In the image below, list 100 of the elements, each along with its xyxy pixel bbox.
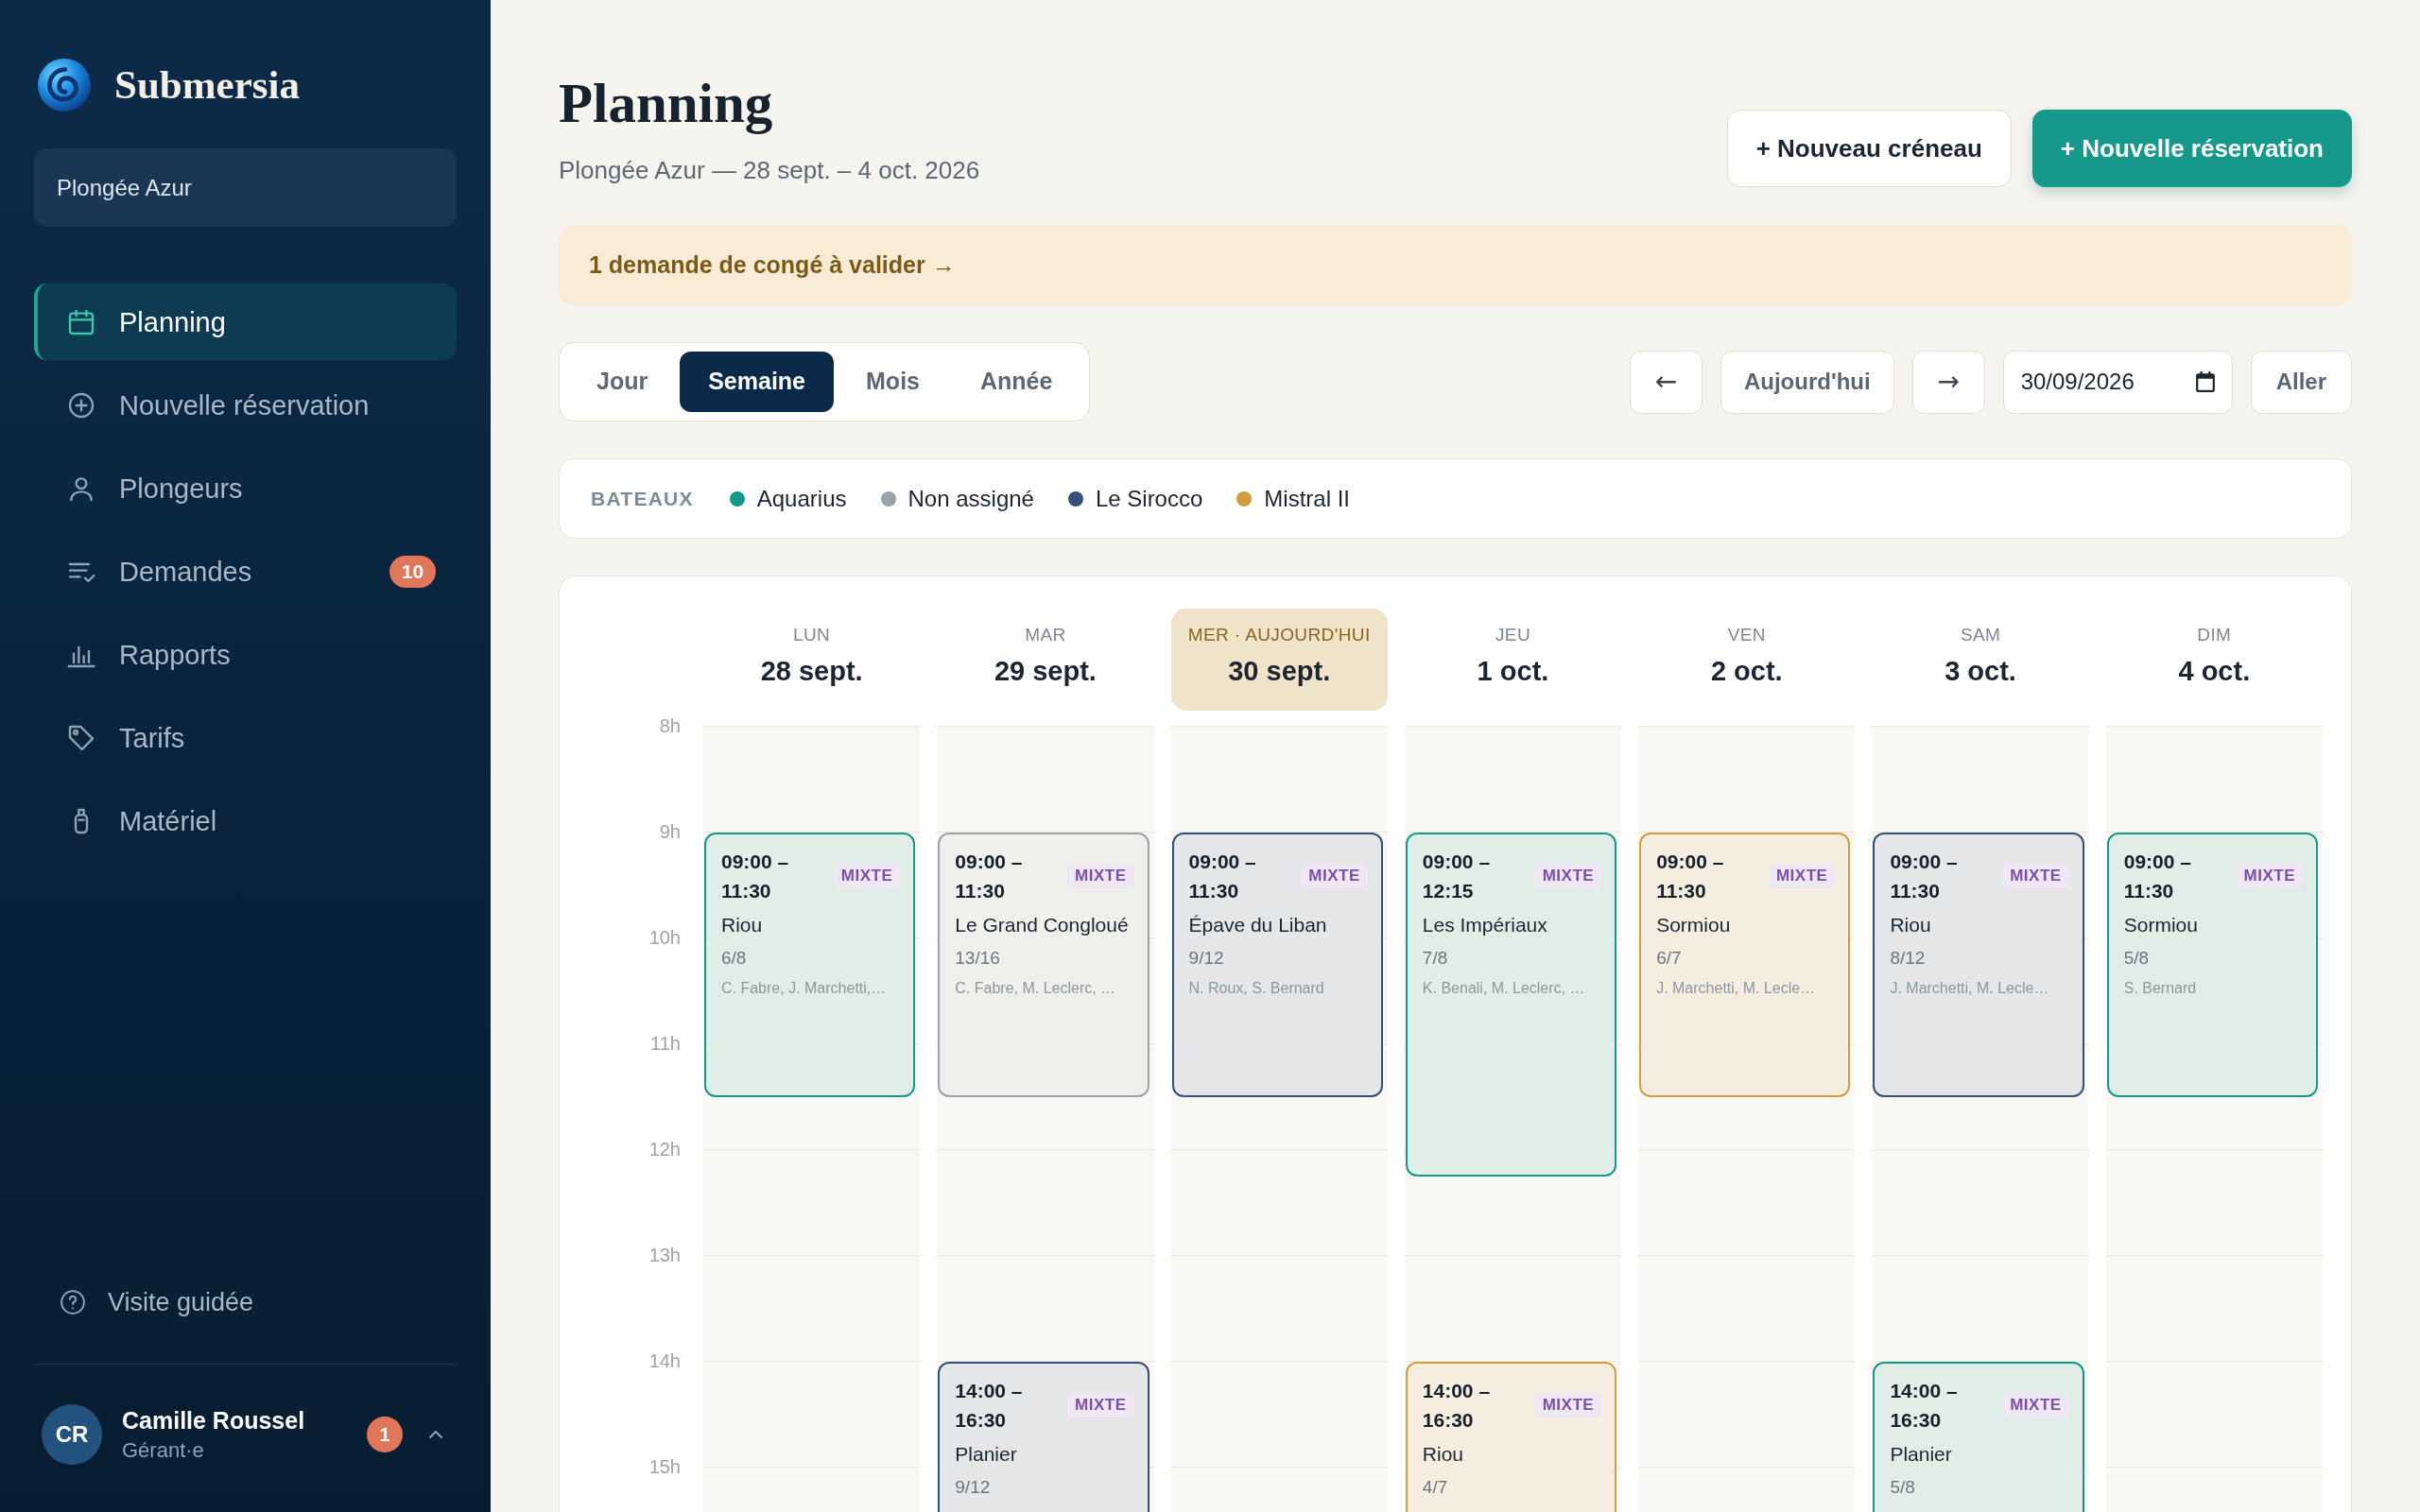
event-card[interactable]: 09:00 – 11:30 MIXTE Riou 6/8 C. Fabre, J. Marchetti,… — [704, 833, 916, 1097]
event-tag: MIXTE — [1768, 864, 1836, 888]
event-card[interactable]: 09:00 – 11:30 MIXTE Épave du Liban 9/12 N. Roux, S. Bernard — [1171, 833, 1383, 1097]
event-time: 09:00 – 11:30 — [1656, 850, 1725, 903]
event-divers: S. Bernard — [2123, 979, 2198, 998]
event-card[interactable]: 09:00 – 11:30 MIXTE Riou 8/12 J. Marchetti, M. Lecle… — [1873, 833, 2084, 1097]
organization-selector[interactable]: Plongée Azur — [34, 148, 457, 227]
event-time: 09:00 – 11:30 — [955, 850, 1024, 903]
nav-item[interactable]: Plongeurs — [34, 450, 457, 526]
day-date: 2 oct. — [1710, 655, 1783, 688]
nav-item[interactable]: Tarifs — [34, 699, 457, 776]
event-time: 09:00 – 11:30 — [1890, 850, 1959, 903]
event-divers: N. Roux, S. Bernard — [1188, 979, 1325, 998]
event-card[interactable]: 14:00 – 16:30 MIXTE Planier 9/12 — [938, 1362, 1150, 1512]
event-places: 5/8 — [1890, 1476, 1916, 1499]
new-slot-button[interactable]: + Nouveau créneau — [1726, 110, 2012, 187]
legend-label: Le Sirocco — [1095, 484, 1203, 513]
event-places: 6/8 — [721, 947, 748, 970]
legend-title: BATEAUX — [591, 486, 694, 511]
day-date: 29 sept. — [994, 655, 1097, 688]
nav-item[interactable]: Matériel — [34, 782, 457, 859]
event-site: Sormiou — [2123, 913, 2199, 937]
event-card[interactable]: 14:00 – 16:30 MIXTE Riou 4/7 — [1405, 1362, 1617, 1512]
event-time: 09:00 – 11:30 — [2123, 850, 2192, 903]
event-card[interactable]: 09:00 – 11:30 MIXTE Sormiou 6/7 J. Marchetti, M. Lecle… — [1639, 833, 1851, 1097]
weekday-label: SAM — [1960, 624, 2001, 646]
weekday-label: JEU — [1495, 624, 1530, 646]
event-site: Épave du Liban — [1188, 913, 1328, 937]
day-date: 3 oct. — [1945, 655, 2016, 688]
event-divers: J. Marchetti, M. Lecle… — [1656, 979, 1817, 998]
page-subtitle: Plongée Azur — 28 sept. – 4 oct. 2026 — [559, 155, 980, 186]
event-divers: C. Fabre, J. Marchetti,… — [721, 979, 888, 998]
page-title: Planning — [559, 72, 774, 134]
nav-item[interactable]: Planning — [34, 284, 457, 360]
event-card[interactable]: 09:00 – 11:30 MIXTE Sormiou 5/8 S. Bernard — [2106, 833, 2318, 1097]
event-tag: MIXTE — [2002, 1393, 2069, 1418]
nav-item[interactable]: Demandes 10 — [34, 533, 457, 610]
view-tab[interactable]: Semaine — [680, 352, 835, 412]
event-divers: C. Fabre, M. Leclerc, … — [955, 979, 1117, 998]
go-button[interactable]: Aller — [2250, 350, 2352, 414]
event-tag: MIXTE — [1067, 864, 1134, 888]
event-tag: MIXTE — [2236, 864, 2303, 888]
view-tab[interactable]: Année — [952, 352, 1081, 412]
notification-badge: 1 — [367, 1417, 403, 1452]
event-card[interactable]: 14:00 – 16:30 MIXTE Planier 5/8 — [1873, 1362, 2084, 1512]
event-tag: MIXTE — [1534, 1393, 1602, 1418]
event-places: 4/7 — [1422, 1476, 1449, 1499]
view-tab[interactable]: Mois — [838, 352, 948, 412]
event-places: 7/8 — [1422, 947, 1449, 970]
nav-item[interactable]: Rapports — [34, 616, 457, 693]
event-time: 09:00 – 12:15 — [1422, 850, 1492, 903]
legend-label: Aquarius — [756, 484, 847, 513]
event-site: Riou — [1422, 1442, 1465, 1467]
event-time: 09:00 – 11:30 — [721, 850, 790, 903]
event-card[interactable]: 09:00 – 12:15 MIXTE Les Impériaux 7/8 K. Benali, M. Leclerc, … — [1405, 833, 1617, 1177]
event-tag: MIXTE — [2002, 864, 2069, 888]
event-tag: MIXTE — [1534, 864, 1602, 888]
event-site: Riou — [1890, 913, 1932, 937]
day-date: 28 sept. — [760, 655, 863, 688]
view-tab[interactable]: Jour — [568, 352, 677, 412]
event-tag: MIXTE — [833, 864, 901, 888]
user-role: Gérant·e — [122, 1437, 205, 1464]
nav-item[interactable]: Nouvelle réservation — [34, 367, 457, 443]
next-button[interactable]: → — [1911, 350, 1985, 414]
event-divers: J. Marchetti, M. Lecle… — [1890, 979, 2050, 998]
previous-button[interactable]: ← — [1629, 350, 1703, 414]
legend-label: Non assigné — [908, 484, 1034, 513]
event-places: 8/12 — [1890, 947, 1927, 970]
event-site: Sormiou — [1656, 913, 1732, 937]
day-date: 1 oct. — [1477, 655, 1549, 688]
event-site: Les Impériaux — [1422, 913, 1548, 937]
hour-label: 11h — [649, 1032, 682, 1056]
event-divers: K. Benali, M. Leclerc, … — [1422, 979, 1586, 998]
date-field[interactable]: 30/09/2026 — [2002, 350, 2233, 414]
hour-label: 10h — [648, 926, 682, 950]
alert-banner[interactable]: 1 demande de congé à valider → — [559, 225, 2352, 305]
legend-label: Mistral II — [1264, 484, 1350, 513]
calendar-icon[interactable] — [2195, 371, 2215, 392]
help-circle-icon — [59, 1288, 87, 1316]
help-link[interactable]: Visite guidée — [34, 1274, 457, 1331]
event-places: 9/12 — [1188, 947, 1225, 970]
event-places: 6/7 — [1656, 947, 1683, 970]
user-name: Camille Roussel — [122, 1406, 305, 1435]
count-badge: 10 — [389, 555, 436, 588]
event-places: 9/12 — [955, 1476, 992, 1499]
event-card[interactable]: 09:00 – 11:30 MIXTE Le Grand Congloué 13/16 C. Fabre, M. Leclerc, … — [938, 833, 1150, 1097]
event-site: Riou — [721, 913, 764, 937]
brand-name: Submersia — [114, 61, 300, 109]
event-tag: MIXTE — [1067, 1393, 1134, 1418]
weekday-label: VEN — [1727, 624, 1766, 646]
event-places: 5/8 — [2123, 947, 2151, 970]
new-booking-button[interactable]: + Nouvelle réservation — [2031, 110, 2352, 187]
spiral-logo-icon — [37, 58, 92, 112]
user-avatar: CR — [42, 1404, 102, 1465]
hour-label: 13h — [648, 1244, 682, 1267]
hour-label: 15h — [648, 1455, 682, 1479]
event-site: Planier — [1890, 1442, 1953, 1467]
day-date: 30 sept. — [1228, 655, 1331, 688]
hour-label: 12h — [648, 1138, 682, 1161]
today-button[interactable]: Aujourd'hui — [1720, 350, 1894, 414]
